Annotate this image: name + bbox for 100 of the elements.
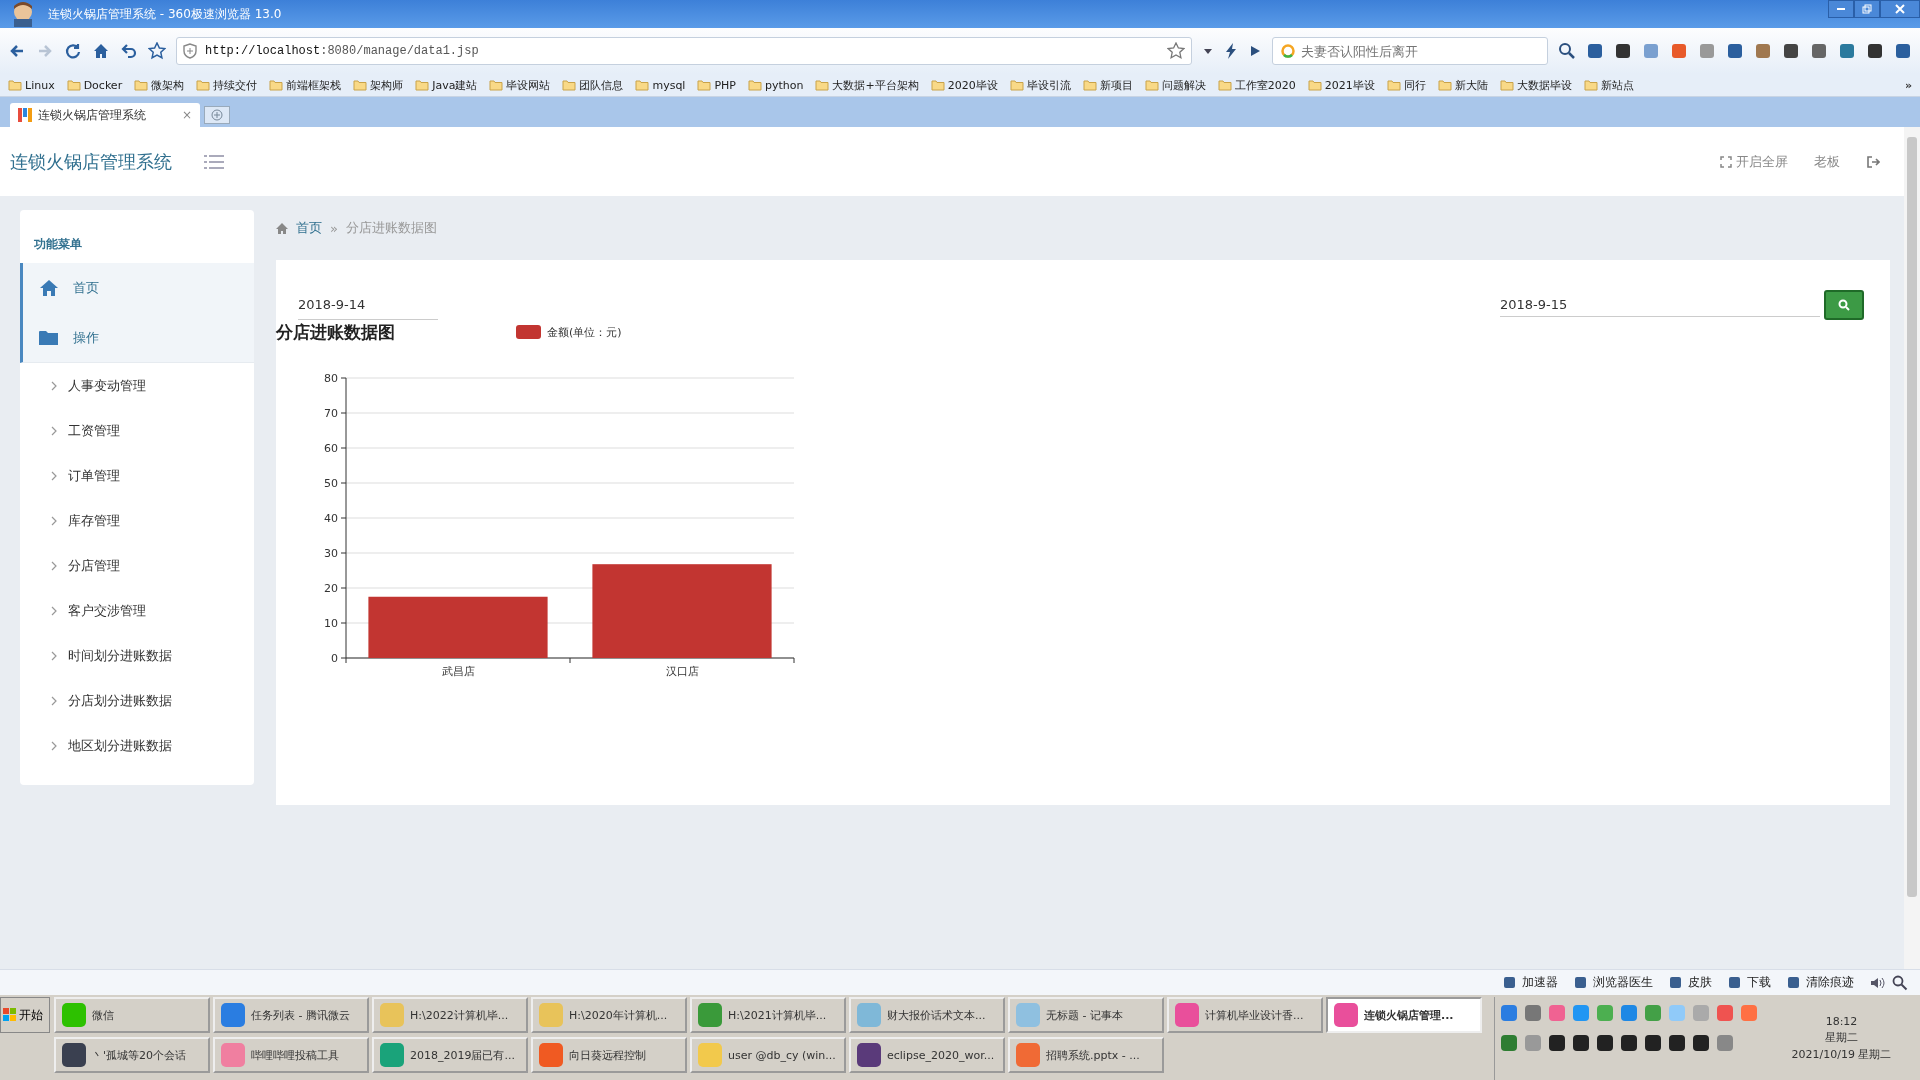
taskbar-button[interactable]: 计算机毕业设计香... [1167,997,1323,1033]
submenu-item[interactable]: 客户交涉管理 [68,601,146,620]
bookmark-link[interactable]: 同行 [1403,77,1426,93]
start-button[interactable]: 开始 [0,997,50,1033]
bookmark-link[interactable]: 大数据+平台架构 [832,77,919,93]
status-bar-link[interactable]: 皮肤 [1688,974,1712,991]
tool-icon[interactable] [1503,976,1516,989]
search-button[interactable] [1824,290,1864,320]
submenu-item[interactable]: 时间划分进账数据 [68,646,172,665]
close-button[interactable] [1880,0,1920,18]
tray-icon[interactable] [1669,1035,1685,1051]
taskbar-button[interactable]: user @db_cy (win... [690,1037,846,1073]
extension-icon[interactable] [1586,42,1604,60]
taskbar-button[interactable]: 连锁火锅店管理... [1326,997,1482,1033]
taskbar-button[interactable]: 无标题 - 记事本 [1008,997,1164,1033]
bookmark-link[interactable]: 新项目 [1099,77,1133,93]
bookmark-link[interactable]: Java建站 [432,77,478,93]
extension-icon[interactable] [1866,42,1884,60]
bookmark-link[interactable]: Linux [25,78,55,92]
taskbar-button[interactable]: 哔哩哔哩投稿工具 [213,1037,369,1073]
refresh-icon[interactable] [64,42,82,60]
zoom-icon[interactable] [1892,974,1908,991]
star-icon[interactable] [148,42,166,60]
taskbar-button[interactable]: 微信 [54,997,210,1033]
taskbar-button[interactable]: 向日葵远程控制 [531,1037,687,1073]
scroll-thumb[interactable] [1907,137,1917,897]
tool-icon[interactable] [1787,976,1800,989]
minimize-button[interactable] [1828,0,1854,18]
play-icon[interactable] [1248,44,1262,58]
status-bar-link[interactable]: 加速器 [1522,974,1558,991]
home-icon[interactable] [92,42,110,60]
status-bar-link[interactable]: 清除痕迹 [1806,974,1854,991]
browser-tab[interactable]: 连锁火锅店管理系统 × [10,103,200,127]
bookmark-link[interactable]: python [764,78,804,92]
tray-icon[interactable] [1693,1035,1709,1051]
extension-icon[interactable] [1810,42,1828,60]
bookmark-link[interactable]: 2021毕设 [1324,77,1375,93]
status-bar-link[interactable]: 下载 [1747,974,1771,991]
taskbar-button[interactable]: H:\2022计算机毕... [372,997,528,1033]
bookmark-link[interactable]: Docker [83,78,123,92]
bookmark-link[interactable]: 持续交付 [213,77,258,93]
submenu-item[interactable]: 库存管理 [68,511,120,530]
extension-icon[interactable] [1614,42,1632,60]
restore-button[interactable] [1854,0,1880,18]
bookmark-link[interactable]: 新站点 [1600,77,1634,93]
bookmark-link[interactable]: 前端框架栈 [286,77,342,93]
legend-label[interactable]: 金额(单位：元) [547,324,622,340]
submenu-item[interactable]: 工资管理 [68,421,120,440]
taskbar-button[interactable]: 财大报价话术文本... [849,997,1005,1033]
tray-icon[interactable] [1621,1035,1637,1051]
sidebar-item[interactable]: 首页 [20,263,254,313]
sidebar-item[interactable]: 操作 [20,313,254,363]
tab-close-button[interactable]: × [181,108,192,122]
bookmark-star-icon[interactable] [1167,42,1185,60]
lightning-icon[interactable] [1224,42,1238,60]
tool-icon[interactable] [1669,976,1682,989]
bookmark-link[interactable]: mysql [652,78,686,92]
tool-icon[interactable] [1574,976,1587,989]
bookmark-link[interactable]: 微架构 [151,77,185,93]
tray-icon[interactable] [1573,1035,1589,1051]
extension-icon[interactable] [1782,42,1800,60]
bookmark-link[interactable]: 2020毕设 [947,77,998,93]
submenu-item[interactable]: 分店划分进账数据 [68,691,172,710]
taskbar-button[interactable]: eclipse_2020_wor... [849,1037,1005,1073]
extension-icon[interactable] [1894,42,1912,60]
speaker-icon[interactable] [1870,975,1886,990]
extension-icon[interactable] [1726,42,1744,60]
tray-icon[interactable] [1549,1035,1565,1051]
search-icon[interactable] [1558,42,1576,60]
bookmark-link[interactable]: 工作室2020 [1234,77,1296,93]
fullscreen-link[interactable]: 开启全屏 [1736,152,1788,171]
taskbar-button[interactable]: 丶'孤城等20个会话 [54,1037,210,1073]
submenu-item[interactable]: 地区划分进账数据 [68,736,172,755]
search-field[interactable]: 夫妻否认阳性后离开 [1272,37,1548,65]
submenu-item[interactable]: 人事变动管理 [68,376,146,395]
breadcrumb-link[interactable]: 首页 [296,219,322,237]
taskbar-button[interactable]: 2018_2019届已有... [372,1037,528,1073]
bookmark-link[interactable]: 毕设网站 [506,77,551,93]
submenu-item[interactable]: 订单管理 [68,466,120,485]
taskbar-button[interactable]: H:\2020年计算机... [531,997,687,1033]
bookmark-link[interactable]: 毕设引流 [1026,77,1071,93]
user-link[interactable]: 老板 [1814,152,1840,171]
bookmark-link[interactable]: PHP [714,78,736,92]
bookmark-link[interactable]: 新大陆 [1454,77,1488,93]
tray-icon[interactable] [1645,1035,1661,1051]
undo-icon[interactable] [120,42,138,60]
logout-icon[interactable] [1866,154,1880,169]
more-bookmarks[interactable]: » [1904,78,1912,92]
taskbar-button[interactable]: 任务列表 - 腾讯微云 [213,997,369,1033]
tray-icon[interactable] [1597,1035,1613,1051]
taskbar-button[interactable]: H:\2021计算机毕... [690,997,846,1033]
status-bar-link[interactable]: 浏览器医生 [1593,974,1653,991]
bookmark-link[interactable]: 团队信息 [579,77,624,93]
bookmark-link[interactable]: 大数据毕设 [1516,77,1572,93]
bookmark-link[interactable]: 架构师 [370,77,404,93]
submenu-item[interactable]: 分店管理 [68,556,120,575]
address-bar[interactable]: http://localhost:8080/manage/data1.jsp [176,37,1192,65]
tool-icon[interactable] [1728,976,1741,989]
taskbar-button[interactable]: 招聘系统.pptx - ... [1008,1037,1164,1073]
bookmark-link[interactable]: 问题解决 [1161,77,1206,93]
